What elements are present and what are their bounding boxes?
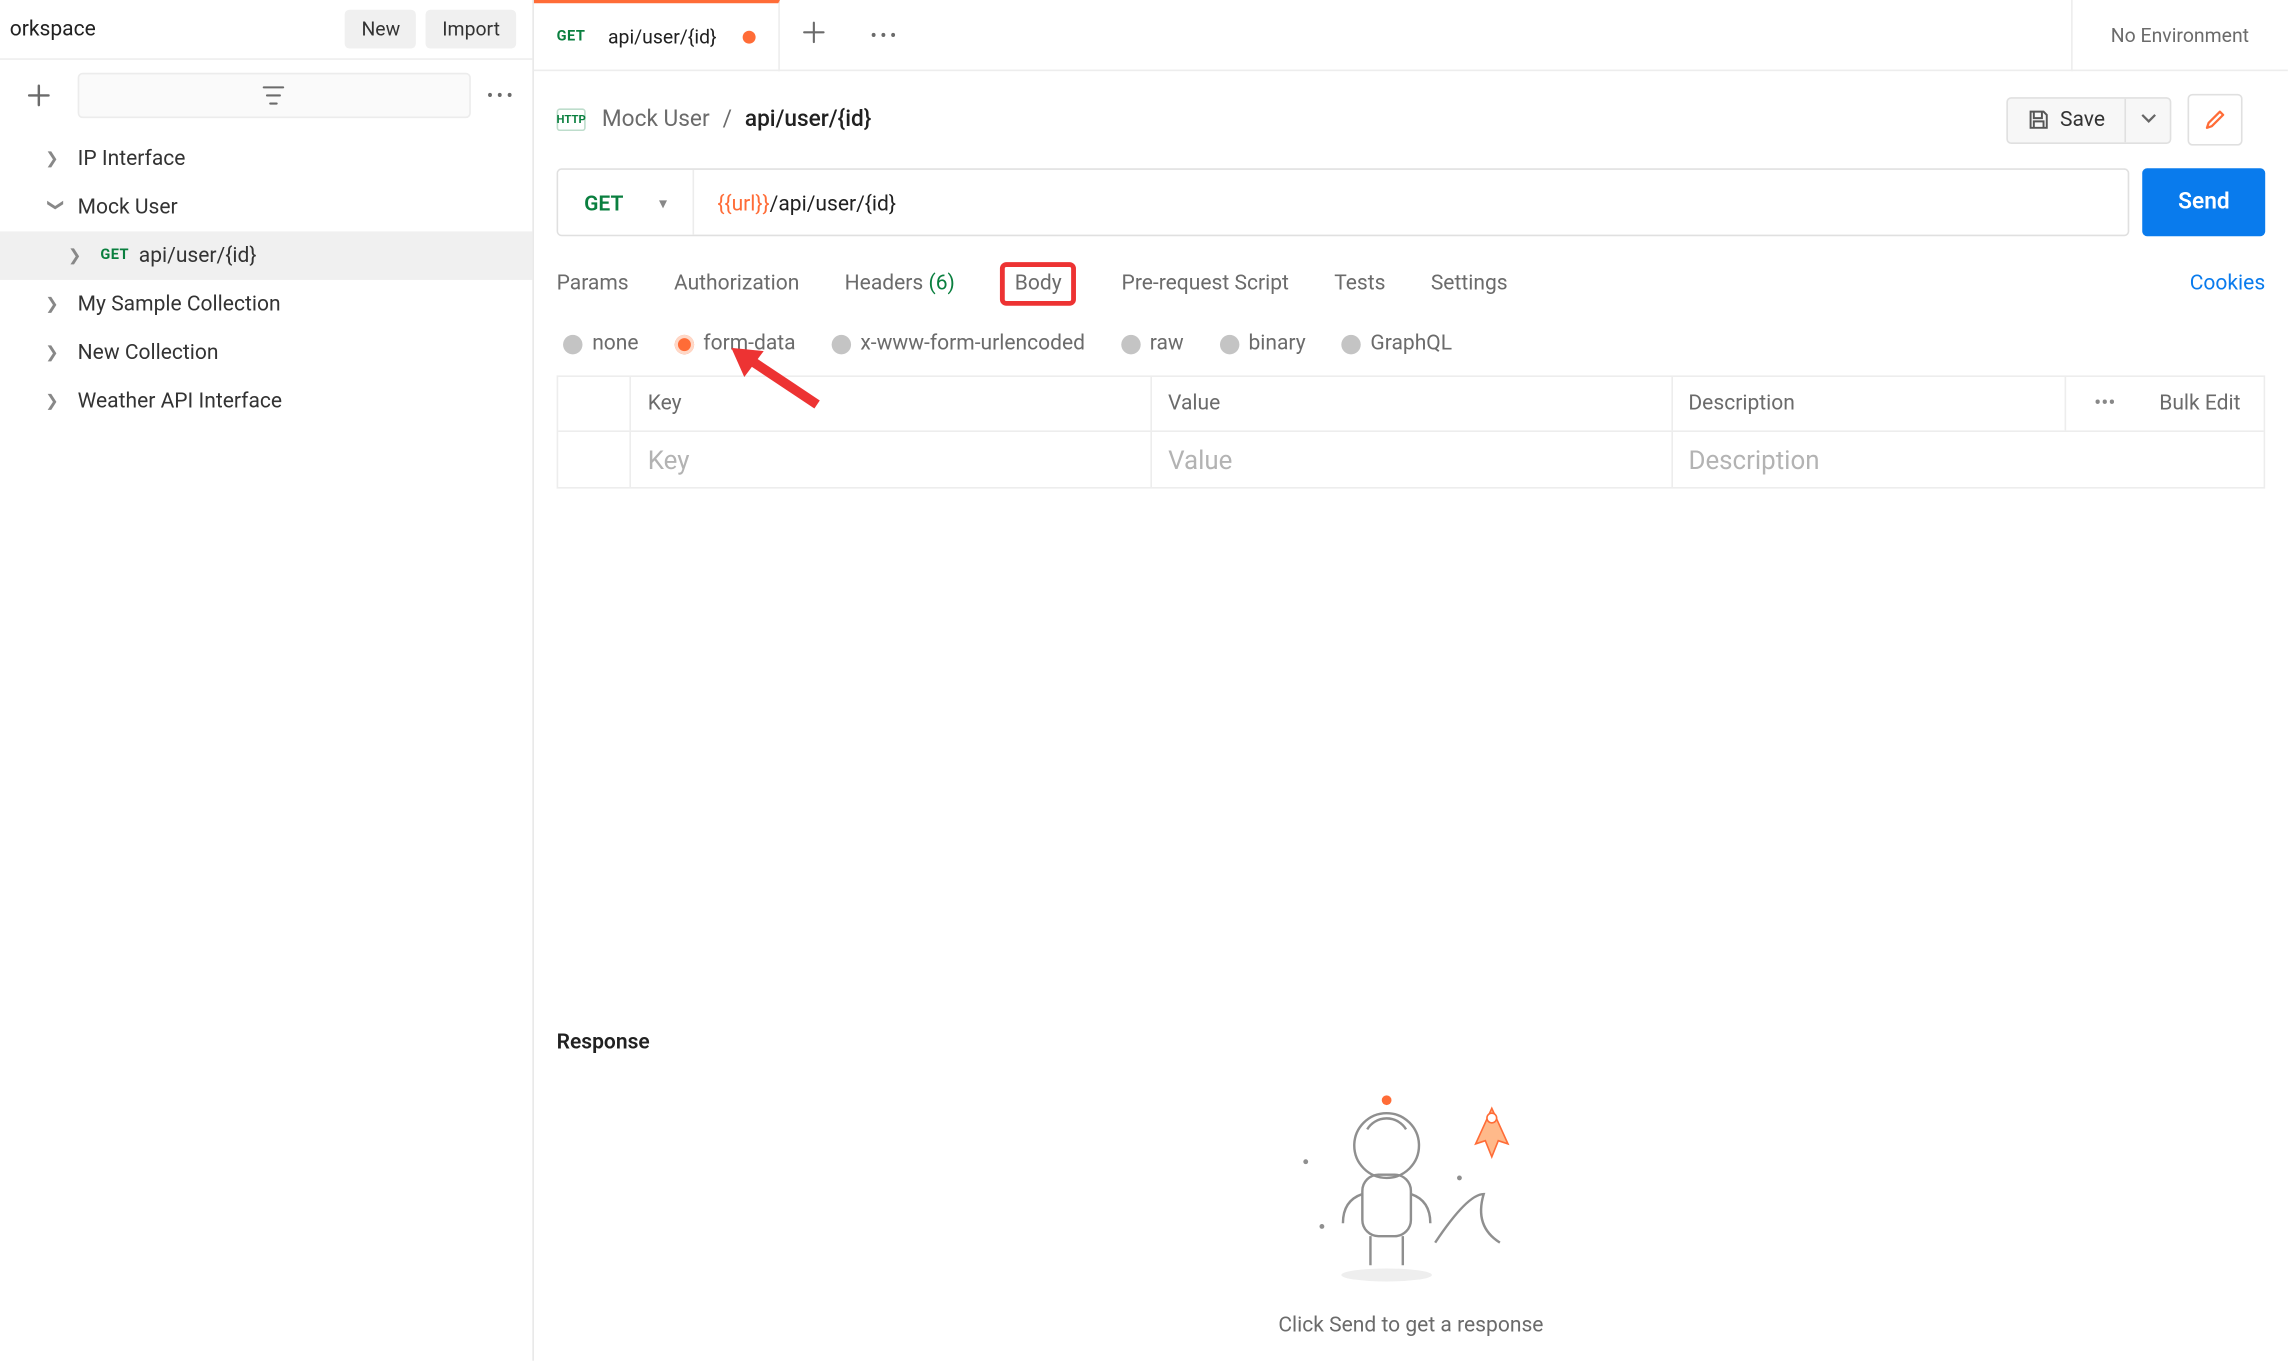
col-options[interactable]: ••• [2067, 377, 2143, 430]
chevron-down-icon: ❯ [46, 197, 64, 216]
tab-tests[interactable]: Tests [1334, 272, 1385, 296]
http-icon: HTTP [557, 108, 586, 131]
response-empty-state: Click Send to get a response [557, 1081, 2266, 1338]
breadcrumb-current: api/user/{id} [745, 107, 871, 133]
collection-item[interactable]: ❯ Weather API Interface [0, 377, 532, 426]
tab-headers[interactable]: Headers (6) [845, 272, 955, 296]
save-label: Save [2060, 108, 2105, 132]
main-panel: GET api/user/{id} ••• No Environment HTT… [534, 0, 2288, 1361]
filter-icon [263, 84, 286, 107]
url-row: GET ▾ {{url}}/api/user/{id} Send [557, 168, 2266, 236]
chevron-right-icon: ❯ [45, 150, 64, 168]
cookies-link[interactable]: Cookies [2190, 272, 2265, 296]
url-path: /api/user/{id} [770, 192, 896, 216]
method-badge: GET [100, 248, 129, 264]
response-section: Response [534, 1008, 2288, 1361]
save-icon [2028, 108, 2051, 131]
col-key: Key [632, 377, 1152, 430]
sidebar: orkspace New Import ••• ❯ IP Interface ❯… [0, 0, 534, 1361]
chevron-right-icon: ❯ [45, 344, 64, 362]
filter-input[interactable] [78, 73, 471, 118]
radio-graphql[interactable]: GraphQL [1341, 332, 1452, 356]
tab-body[interactable]: Body [1000, 262, 1076, 306]
collection-item[interactable]: ❯ Mock User [0, 183, 532, 232]
row-bulk [2143, 432, 2264, 487]
add-tab-button[interactable] [780, 19, 848, 50]
request-tab[interactable]: GET api/user/{id} [534, 0, 780, 70]
tab-authorization[interactable]: Authorization [674, 272, 799, 296]
row-desc-input[interactable]: Description [1672, 432, 2066, 487]
save-dropdown[interactable] [2124, 98, 2169, 142]
collection-label: Mock User [78, 195, 178, 219]
tab-prerequest[interactable]: Pre-request Script [1122, 272, 1289, 296]
row-value-input[interactable]: Value [1152, 432, 1672, 487]
row-check[interactable] [558, 432, 631, 487]
workspace-title: orkspace [0, 17, 336, 41]
tab-params[interactable]: Params [557, 272, 629, 296]
pencil-icon [2204, 108, 2227, 131]
table-row[interactable]: Key Value Description [558, 432, 2263, 487]
save-group: Save [2007, 96, 2172, 143]
form-data-table: Key Value Description ••• Bulk Edit Key … [557, 375, 2266, 488]
filter-row: ••• [0, 60, 532, 131]
tab-method: GET [557, 28, 586, 44]
breadcrumb: Mock User / api/user/{id} [602, 107, 871, 133]
collection-item[interactable]: ❯ IP Interface [0, 134, 532, 183]
breadcrumb-sep: / [723, 107, 732, 133]
edit-button[interactable] [2188, 94, 2243, 146]
collection-item[interactable]: ❯ New Collection [0, 328, 532, 377]
collection-label: IP Interface [78, 146, 186, 170]
request-item[interactable]: ❯ GET api/user/{id} [0, 231, 532, 280]
row-opts [2067, 432, 2143, 487]
environment-label: No Environment [2111, 23, 2249, 46]
request-config-tabs: Params Authorization Headers (6) Body Pr… [534, 259, 2288, 325]
sidebar-more-icon[interactable]: ••• [487, 84, 516, 107]
col-check [558, 377, 631, 430]
tabs-more-icon[interactable]: ••• [848, 23, 923, 46]
response-title: Response [557, 1031, 2266, 1055]
method-select[interactable]: GET ▾ [558, 170, 694, 236]
send-button[interactable]: Send [2143, 168, 2266, 236]
chevron-right-icon: ❯ [45, 295, 64, 313]
environment-selector[interactable]: No Environment [2070, 0, 2287, 70]
import-button[interactable]: Import [426, 10, 516, 49]
method-value: GET [584, 192, 623, 216]
col-value: Value [1152, 377, 1672, 430]
radio-none[interactable]: none [563, 332, 639, 356]
radio-raw[interactable]: raw [1121, 332, 1184, 356]
collections-tree: ❯ IP Interface ❯ Mock User ❯ GET api/use… [0, 131, 532, 425]
url-variable: {{url}} [717, 192, 769, 216]
breadcrumb-row: HTTP Mock User / api/user/{id} Save [534, 71, 2288, 168]
tab-settings[interactable]: Settings [1431, 272, 1508, 296]
radio-form-data[interactable]: form-data [674, 332, 795, 356]
row-key-input[interactable]: Key [632, 432, 1152, 487]
col-description: Description [1672, 377, 2066, 430]
body-type-radios: none form-data x-www-form-urlencoded raw… [534, 325, 2288, 375]
new-button[interactable]: New [345, 10, 416, 49]
breadcrumb-parent[interactable]: Mock User [602, 107, 710, 133]
radio-urlencoded[interactable]: x-www-form-urlencoded [831, 332, 1085, 356]
astronaut-illustration-icon [1273, 1081, 1548, 1291]
save-button[interactable]: Save [2008, 98, 2124, 142]
workspace-header: orkspace New Import [0, 0, 532, 60]
tab-title: api/user/{id} [608, 25, 717, 48]
collection-label: My Sample Collection [78, 292, 281, 316]
collection-label: New Collection [78, 341, 219, 365]
response-hint: Click Send to get a response [1278, 1314, 1543, 1338]
unsaved-dot-icon [743, 30, 756, 43]
url-input[interactable]: {{url}}/api/user/{id} [695, 170, 2128, 236]
collection-item[interactable]: ❯ My Sample Collection [0, 280, 532, 329]
chevron-right-icon: ❯ [68, 247, 87, 265]
collection-label: Weather API Interface [78, 389, 282, 413]
chevron-down-icon: ▾ [659, 195, 667, 213]
request-label: api/user/{id} [139, 244, 257, 268]
chevron-right-icon: ❯ [45, 392, 64, 410]
radio-binary[interactable]: binary [1219, 332, 1305, 356]
tabs-bar: GET api/user/{id} ••• No Environment [534, 0, 2288, 71]
bulk-edit-link[interactable]: Bulk Edit [2143, 377, 2264, 430]
create-new-icon[interactable] [16, 73, 61, 118]
